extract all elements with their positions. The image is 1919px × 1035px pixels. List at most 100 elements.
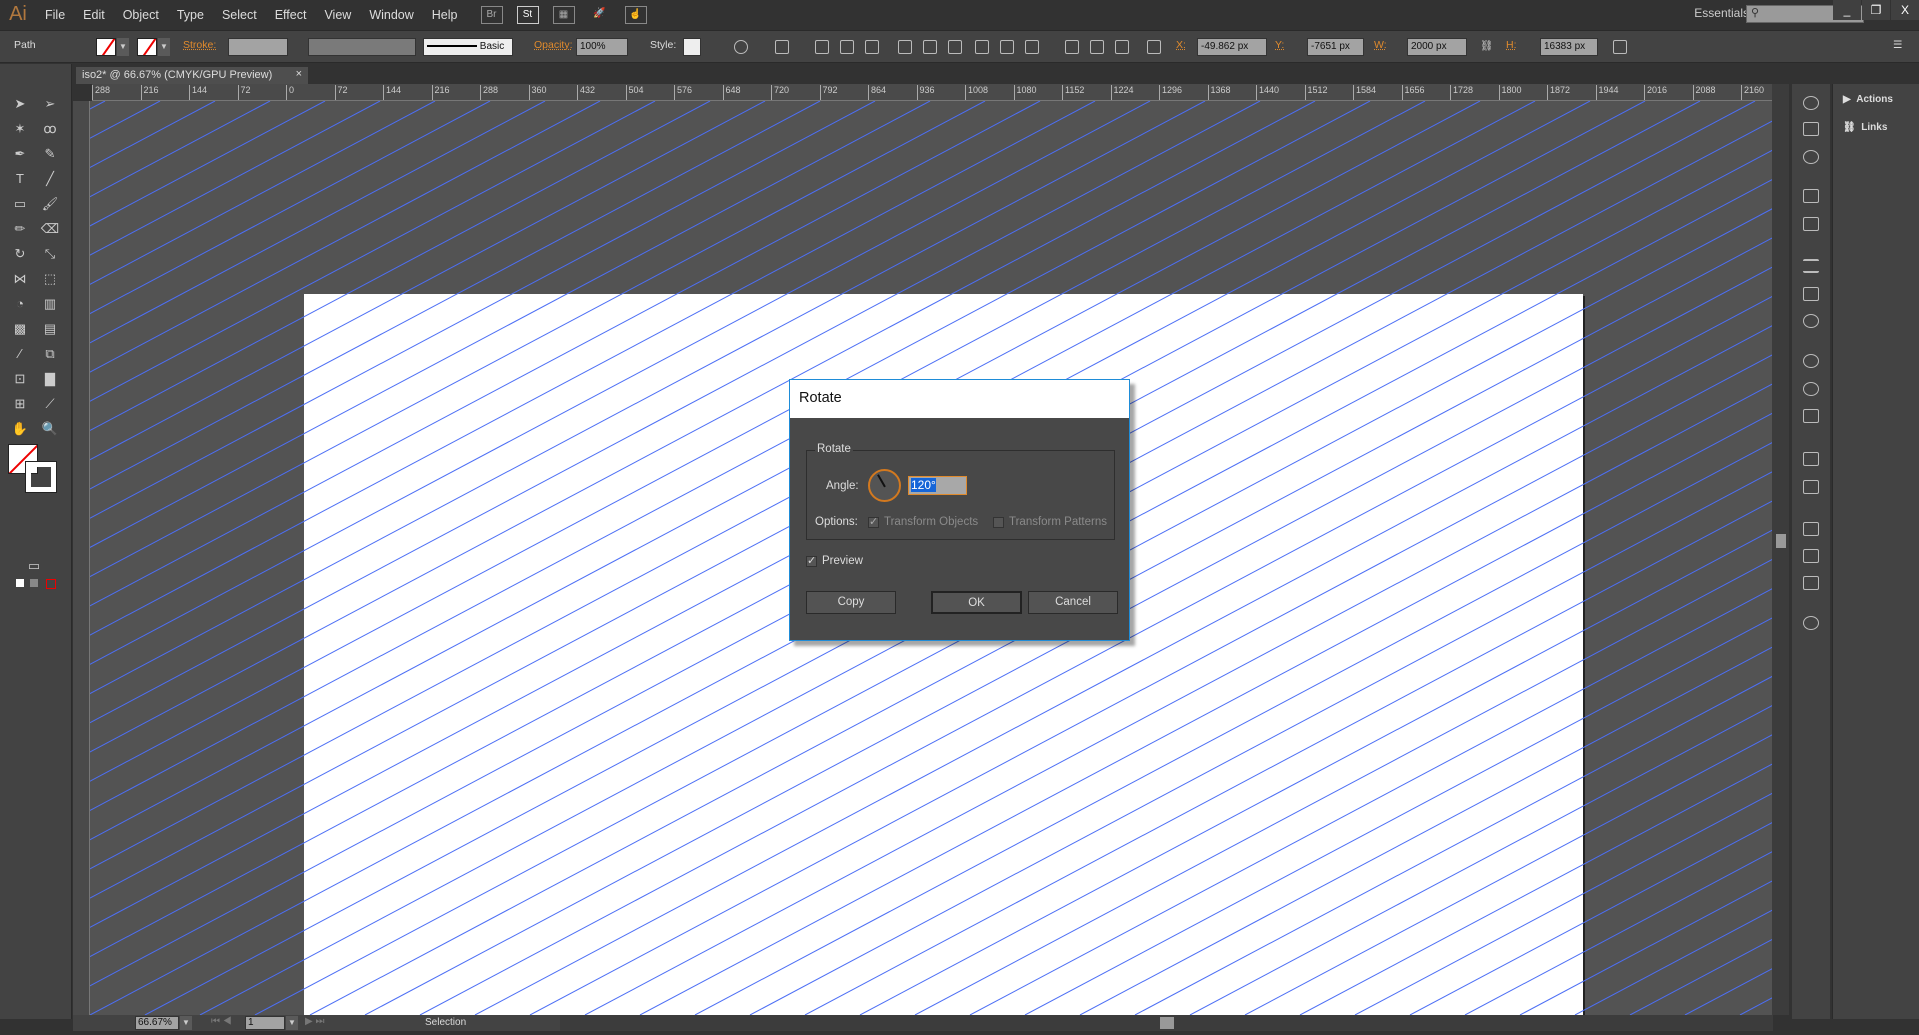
first-artboard-icon[interactable]: ⏮ ◀ — [211, 1016, 232, 1027]
width-tool-icon[interactable]: ⋈ — [10, 269, 30, 289]
brushes-icon[interactable] — [1803, 217, 1819, 231]
align-panel-icon[interactable] — [1803, 549, 1819, 563]
align-bottom-icon[interactable] — [948, 40, 962, 54]
scale-tool-icon[interactable]: ⤡ — [40, 244, 60, 264]
touch-workspace-icon[interactable]: ☝ — [624, 5, 647, 24]
align-top-icon[interactable] — [898, 40, 912, 54]
align-left-icon[interactable] — [815, 40, 829, 54]
stroke-swatch[interactable] — [137, 38, 157, 56]
none-mode-icon[interactable] — [46, 579, 56, 589]
pen-tool-icon[interactable]: ✒ — [10, 144, 30, 164]
brush-definition[interactable]: Basic — [423, 38, 513, 56]
align-middle-icon[interactable] — [923, 40, 937, 54]
magic-wand-icon[interactable]: ✶ — [10, 119, 30, 139]
menu-view[interactable]: View — [315, 8, 360, 22]
align-center-icon[interactable] — [840, 40, 854, 54]
css-properties-icon[interactable] — [1803, 150, 1819, 164]
shape-builder-icon[interactable]: ◔ — [10, 294, 30, 314]
variable-width-profile[interactable] — [308, 38, 416, 56]
stock-button[interactable]: St — [516, 5, 539, 24]
workspace-switcher[interactable]: Essentials — [1694, 6, 1749, 20]
align-right-icon[interactable] — [865, 40, 879, 54]
artboards-icon[interactable] — [1803, 480, 1819, 494]
perspective-grid-icon[interactable]: ▥ — [40, 294, 60, 314]
fill-swatch[interactable] — [96, 38, 116, 56]
y-field[interactable]: -7651 px — [1307, 38, 1364, 56]
style-swatch[interactable] — [683, 38, 701, 56]
menu-select[interactable]: Select — [213, 8, 266, 22]
gradient-panel-icon[interactable] — [1803, 287, 1819, 301]
preview-checkbox[interactable]: ✓ — [806, 556, 817, 567]
next-artboard-icon[interactable]: ▶ ⏭ — [305, 1016, 324, 1027]
horizontal-ruler[interactable]: 288 216 144 72 0 72 144 216 288 360 432 504 576 648 72… — [92, 84, 1772, 101]
stroke-color-box[interactable] — [25, 461, 57, 493]
menu-type[interactable]: Type — [168, 8, 213, 22]
transparency-icon[interactable] — [1803, 314, 1819, 328]
transform-objects-checkbox[interactable]: ✓ — [868, 517, 879, 528]
lasso-icon[interactable]: ꝏ — [40, 119, 60, 139]
bridge-button[interactable]: Br — [480, 5, 503, 24]
angle-dial[interactable] — [868, 469, 901, 502]
zoom-tool-icon[interactable]: 🔍 — [40, 419, 60, 439]
close-button[interactable]: X — [1891, 0, 1919, 20]
menu-object[interactable]: Object — [114, 8, 168, 22]
distribute-right-icon[interactable] — [1115, 40, 1129, 54]
restore-button[interactable]: ❐ — [1862, 0, 1890, 20]
distribute-top-icon[interactable] — [975, 40, 989, 54]
symbols-icon[interactable] — [1803, 409, 1819, 423]
links-panel-tab[interactable]: ⛓ Links — [1843, 122, 1887, 133]
distribute-middle-icon[interactable] — [1000, 40, 1014, 54]
stroke-panel-icon[interactable] — [1803, 259, 1819, 273]
swatches-icon[interactable] — [1803, 189, 1819, 203]
color-guide-icon[interactable] — [1803, 96, 1819, 110]
color-mode-icon[interactable] — [16, 579, 24, 587]
recolor-artwork-icon[interactable] — [734, 40, 748, 54]
menu-help[interactable]: Help — [423, 8, 467, 22]
menu-window[interactable]: Window — [360, 8, 422, 22]
copy-button[interactable]: Copy — [806, 591, 896, 614]
direct-selection-tool-icon[interactable]: ➢ — [40, 94, 60, 114]
gradient-tool-icon[interactable]: ▤ — [40, 319, 60, 339]
mesh-tool-icon[interactable]: ▩ — [10, 319, 30, 339]
fill-dropdown[interactable]: ▼ — [117, 38, 129, 56]
horizontal-scroll-thumb[interactable] — [1160, 1017, 1174, 1029]
constrain-proportions-icon[interactable]: ⛓ — [1480, 39, 1493, 52]
minimize-button[interactable]: _ — [1833, 0, 1861, 20]
slice-tool-icon[interactable]: ⟋ — [40, 394, 60, 414]
blend-tool-icon[interactable]: ⧉ — [40, 344, 60, 364]
opacity-field[interactable]: 100% — [576, 38, 628, 56]
rectangle-tool-icon[interactable]: ▭ — [10, 194, 30, 214]
current-tool-status[interactable]: Selection — [425, 1017, 466, 1028]
reference-point-icon[interactable] — [1147, 40, 1161, 54]
graph-tool-icon[interactable]: ▇ — [40, 369, 60, 389]
menu-file[interactable]: File — [36, 8, 74, 22]
transform-patterns-checkbox[interactable] — [993, 517, 1004, 528]
zoom-dropdown[interactable]: ▼ — [180, 1016, 192, 1030]
w-field[interactable]: 2000 px — [1407, 38, 1467, 56]
hand-tool-icon[interactable]: ✋ — [10, 419, 30, 439]
artboard-tool-icon[interactable]: ⊞ — [10, 394, 30, 414]
artboard-number-field[interactable]: 1 — [245, 1016, 285, 1030]
stroke-dropdown[interactable]: ▼ — [158, 38, 170, 56]
h-field[interactable]: 16383 px — [1540, 38, 1598, 56]
line-tool-icon[interactable]: ╱ — [40, 169, 60, 189]
eraser-icon[interactable]: ⌫ — [40, 219, 60, 239]
ok-button[interactable]: OK — [931, 591, 1022, 614]
distribute-left-icon[interactable] — [1065, 40, 1079, 54]
symbol-sprayer-icon[interactable]: ⊡ — [10, 369, 30, 389]
angle-input[interactable]: 120° — [908, 476, 967, 495]
transform-panel-icon[interactable] — [1803, 522, 1819, 536]
selection-tool-icon[interactable]: ➤ — [10, 94, 30, 114]
pathfinder-icon[interactable] — [1803, 576, 1819, 590]
pencil-icon[interactable]: ✏ — [10, 219, 30, 239]
cancel-button[interactable]: Cancel — [1028, 591, 1118, 614]
gpu-performance-icon[interactable]: 🚀 — [589, 6, 611, 24]
gradient-mode-icon[interactable] — [30, 579, 38, 587]
menu-edit[interactable]: Edit — [74, 8, 114, 22]
libraries-icon[interactable] — [1803, 616, 1819, 630]
vertical-scrollbar[interactable] — [1772, 84, 1789, 1015]
appearance-icon[interactable] — [1803, 354, 1819, 368]
rotate-tool-icon[interactable]: ↻ — [10, 244, 30, 264]
screen-mode-icon[interactable]: ▭ — [24, 556, 44, 576]
layers-icon[interactable] — [1803, 452, 1819, 466]
